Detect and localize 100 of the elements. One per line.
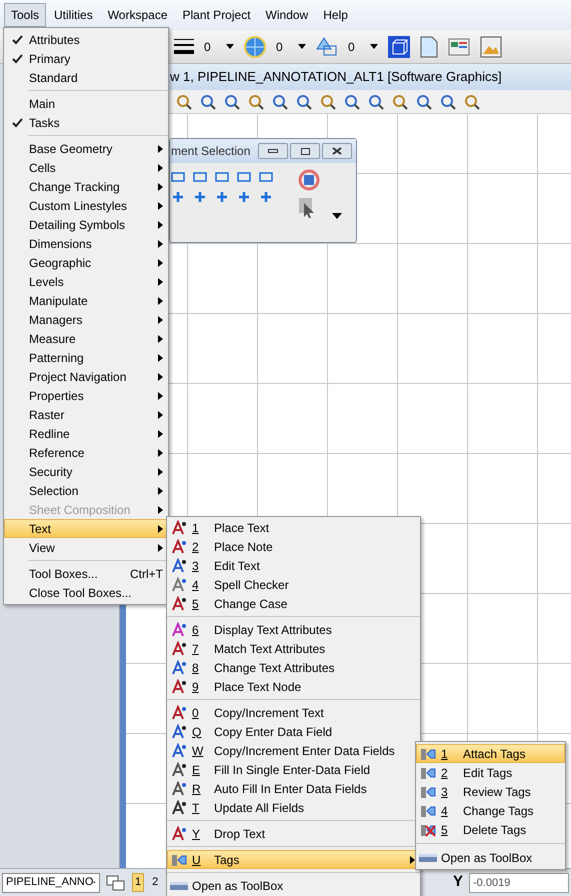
menu-item[interactable]: Main (4, 94, 168, 113)
view-tool-icon[interactable] (272, 94, 288, 110)
views-icon[interactable] (106, 874, 126, 890)
cube-icon[interactable] (388, 36, 410, 58)
menu-item[interactable]: Patterning (4, 348, 168, 367)
selection-tool-icon[interactable] (214, 189, 230, 205)
menu-item[interactable]: Workspace (100, 3, 174, 27)
tool-icon (171, 576, 187, 592)
view-tool-icon[interactable] (440, 94, 456, 110)
menu-item[interactable]: 4 Change Tags (416, 801, 565, 820)
selection-tool-icon[interactable] (170, 189, 186, 205)
view-tool-icon[interactable] (392, 94, 408, 110)
view-tool-icon[interactable] (344, 94, 360, 110)
menu-item[interactable]: 6 Display Text Attributes (167, 620, 420, 639)
view-tool-icon[interactable] (320, 94, 336, 110)
no-selection-icon[interactable] (298, 169, 320, 191)
minimize-icon (268, 149, 278, 153)
submenu-arrow-icon (410, 856, 415, 864)
menu-item[interactable]: Detailing Symbols (4, 215, 168, 234)
menu-item[interactable]: Utilities (47, 3, 100, 27)
menu-item[interactable]: Open as ToolBox (167, 876, 420, 895)
menu-item[interactable]: 5 Change Case (167, 594, 420, 613)
menu-item[interactable]: Plant Project (176, 3, 258, 27)
tool-icon (171, 538, 187, 554)
submenu-arrow-icon (158, 506, 163, 514)
table-icon[interactable] (448, 36, 470, 56)
page-icon[interactable] (420, 36, 438, 58)
globe-icon[interactable] (244, 36, 266, 58)
menu-item[interactable]: Raster (4, 405, 168, 424)
menu-item[interactable]: Reference (4, 443, 168, 462)
menu-item[interactable]: 4 Spell Checker (167, 575, 420, 594)
selection-tool-icon[interactable] (258, 189, 274, 205)
tool-icon (171, 780, 187, 796)
close-button[interactable] (322, 143, 352, 159)
shapes-icon[interactable] (316, 36, 338, 56)
view-tool-icon[interactable] (224, 94, 240, 110)
menu-item[interactable]: Base Geometry (4, 139, 168, 158)
y-field[interactable]: -0.0019 (469, 872, 569, 892)
menu-item[interactable]: Project Navigation (4, 367, 168, 386)
menu-item[interactable]: 1 Attach Tags (416, 744, 565, 763)
menu-item[interactable]: Help (316, 3, 355, 27)
view-tool-icon[interactable] (368, 94, 384, 110)
menu-item[interactable]: Levels (4, 272, 168, 291)
menu-item[interactable]: Selection (4, 481, 168, 500)
menu-item[interactable]: Tasks (4, 113, 168, 132)
view-tool-icon[interactable] (464, 94, 480, 110)
tool-icon (171, 724, 187, 740)
submenu-arrow-icon (158, 182, 163, 190)
view-tool-icon[interactable] (296, 94, 312, 110)
view-number-button[interactable]: 2 (150, 874, 160, 891)
dropdown-icon[interactable] (226, 44, 234, 49)
menu-item[interactable]: 2 Place Note (167, 537, 420, 556)
menu-item[interactable]: Cells (4, 158, 168, 177)
menu-item[interactable]: 8 Change Text Attributes (167, 658, 420, 677)
view-tool-icon[interactable] (200, 94, 216, 110)
minimize-button[interactable] (258, 143, 288, 159)
menu-item[interactable]: 9 Place Text Node (167, 677, 420, 696)
y-label: Y (452, 872, 463, 892)
menu-item[interactable]: 3 Review Tags (416, 782, 565, 801)
menu-item[interactable]: Managers (4, 310, 168, 329)
menu-item[interactable]: Dimensions (4, 234, 168, 253)
view-tool-icon[interactable] (416, 94, 432, 110)
view-number-button[interactable]: 1 (132, 873, 144, 892)
menu-item[interactable]: Geographic (4, 253, 168, 272)
menu-item[interactable]: 3 Edit Text (167, 556, 420, 575)
menu-item[interactable]: Redline (4, 424, 168, 443)
menu-item[interactable]: Properties (4, 386, 168, 405)
line-weight-icon[interactable] (174, 38, 194, 56)
menu-item[interactable]: Change Tracking (4, 177, 168, 196)
dropdown-icon[interactable] (370, 44, 378, 49)
menu-item[interactable]: Custom Linestyles (4, 196, 168, 215)
menu-item[interactable]: 7 Match Text Attributes (167, 639, 420, 658)
view-tool-icon[interactable] (176, 94, 192, 110)
menu-item[interactable]: Primary (4, 49, 168, 68)
menu-item[interactable]: Security (4, 462, 168, 481)
pointer-icon[interactable] (298, 197, 316, 219)
menu-item[interactable]: Q Copy Enter Data Field (167, 722, 420, 741)
maximize-button[interactable] (290, 143, 320, 159)
submenu-arrow-icon (158, 258, 163, 266)
menu-item[interactable]: Tools (4, 3, 46, 27)
view-tool-icon[interactable] (248, 94, 264, 110)
menu-item[interactable]: 0 Copy/Increment Text (167, 703, 420, 722)
menu-item[interactable]: 1 Place Text (167, 518, 420, 537)
menu-item[interactable]: Text (4, 519, 168, 538)
menu-item[interactable]: Attributes (4, 30, 168, 49)
menu-item[interactable]: Measure (4, 329, 168, 348)
dropdown-icon[interactable] (298, 44, 306, 49)
menu-item[interactable]: Window (258, 3, 316, 27)
landscape-icon[interactable] (480, 36, 502, 58)
menu-item[interactable]: Manipulate (4, 291, 168, 310)
menu-item[interactable]: Standard (4, 68, 168, 87)
menu-item[interactable]: 5 Delete Tags (416, 820, 565, 839)
menu-item[interactable]: View (4, 538, 168, 557)
menu-item[interactable]: Tool Boxes... Ctrl+T (4, 564, 168, 583)
model-dropdown[interactable]: PIPELINE_ANNO (2, 872, 100, 892)
menu-item[interactable]: Close Tool Boxes... (4, 583, 168, 602)
selection-tool-icon[interactable] (192, 189, 208, 205)
menu-item[interactable]: 2 Edit Tags (416, 763, 565, 782)
selection-tool-icon[interactable] (236, 189, 252, 205)
dropdown-icon[interactable] (332, 213, 342, 219)
